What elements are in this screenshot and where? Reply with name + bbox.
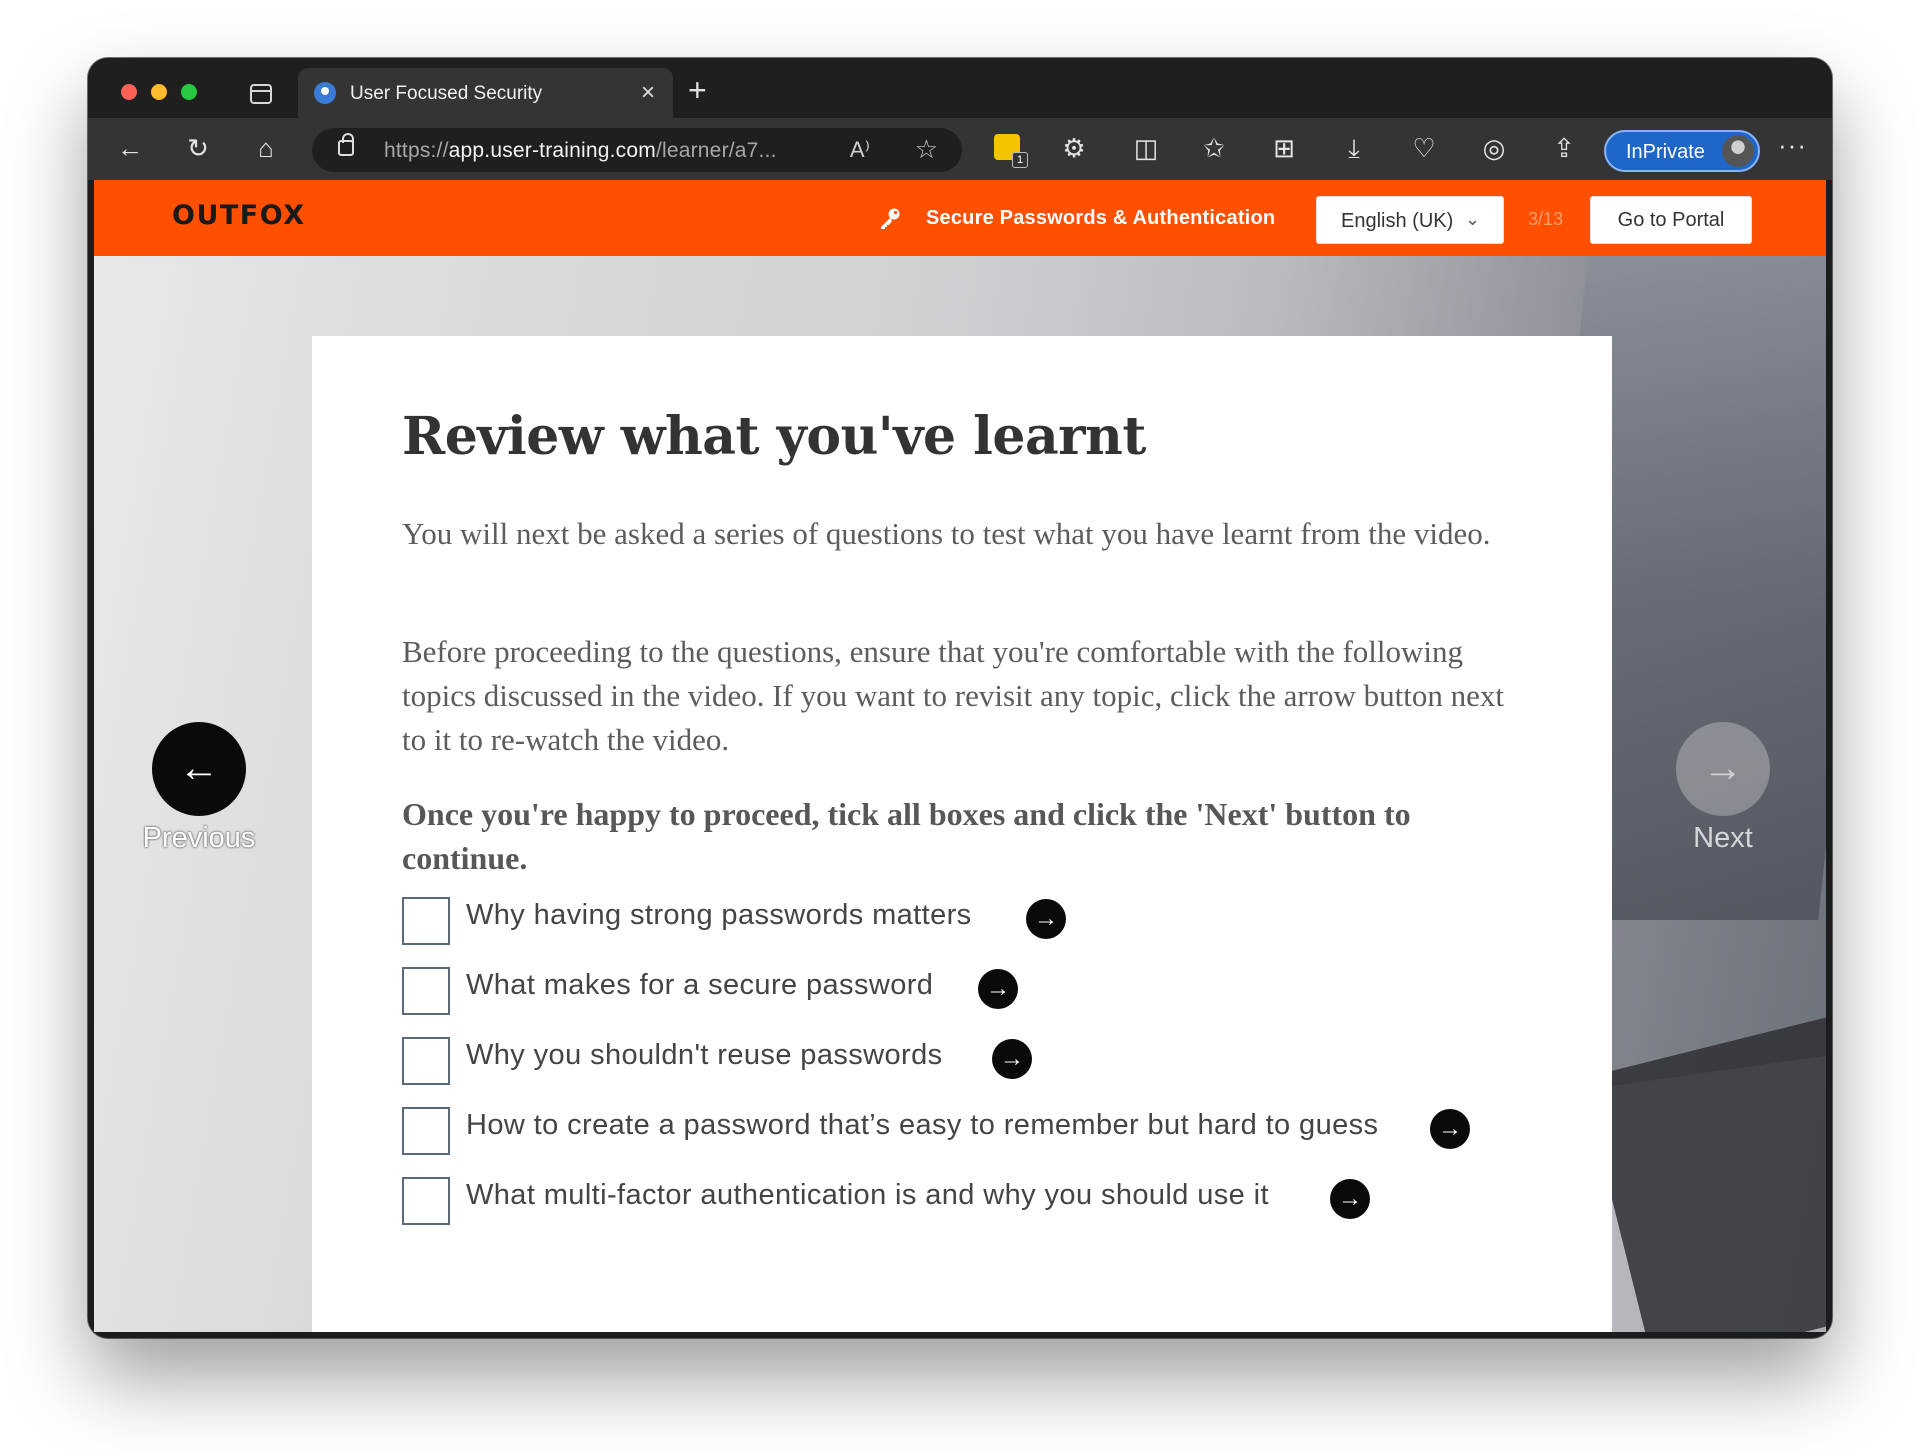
language-select[interactable]: English (UK) ⌄ [1316, 196, 1504, 244]
language-value: English (UK) [1341, 210, 1454, 232]
rewatch-arrow-icon[interactable]: → [1330, 1179, 1370, 1219]
topic-label[interactable]: What multi-factor authentication is and … [466, 1179, 1269, 1212]
favorites-icon[interactable]: ✩ [1198, 132, 1230, 164]
instructions-paragraph: Before proceeding to the questions, ensu… [402, 634, 1504, 757]
topic-checkbox[interactable] [402, 897, 450, 945]
browser-essentials-icon[interactable]: ♡ [1408, 132, 1440, 164]
previous-label[interactable]: Previous [128, 822, 270, 855]
read-aloud-icon[interactable]: A⁾ [850, 137, 870, 163]
browser-window: User Focused Security × + ← ↻ ⌂ https://… [88, 58, 1832, 1338]
outfox-logo[interactable]: OUTFOX [172, 200, 306, 231]
extension-badge-count: 1 [1012, 152, 1028, 168]
extensions-icon[interactable]: ⚙ [1058, 132, 1090, 164]
topic-checkbox[interactable] [402, 1177, 450, 1225]
topic-checkbox[interactable] [402, 1037, 450, 1085]
lock-icon[interactable] [338, 133, 354, 156]
progress-counter: 3/13 [1528, 209, 1564, 229]
inprivate-button[interactable]: InPrivate [1604, 130, 1760, 172]
share-icon[interactable]: ⇪ [1548, 132, 1580, 164]
next-label[interactable]: Next [1654, 822, 1792, 855]
key-icon [881, 208, 900, 229]
copilot-icon[interactable]: ◎ [1478, 132, 1510, 164]
favorite-star-icon[interactable]: ☆ [915, 134, 938, 165]
tab-bar: User Focused Security × + [88, 58, 1832, 118]
topic-label[interactable]: How to create a password that’s easy to … [466, 1109, 1378, 1142]
new-tab-button[interactable]: + [688, 72, 707, 109]
tab-active[interactable]: User Focused Security × [298, 68, 673, 118]
reload-icon[interactable]: ↻ [182, 132, 214, 164]
home-icon[interactable]: ⌂ [250, 132, 282, 164]
topic-label[interactable]: What makes for a secure password [466, 969, 933, 1002]
topic-checkbox[interactable] [402, 1107, 450, 1155]
rewatch-arrow-icon[interactable]: → [1430, 1109, 1470, 1149]
inprivate-label: InPrivate [1626, 141, 1705, 163]
more-options-icon[interactable]: ··· [1778, 130, 1807, 161]
page-title: Review what you've learnt [402, 406, 1146, 467]
intro-paragraph: You will next be asked a series of quest… [402, 516, 1491, 551]
page-viewport: OUTFOX Secure Passwords & Authentication… [94, 180, 1826, 1332]
proceed-instruction: Once you're happy to proceed, tick all b… [402, 796, 1411, 876]
close-window-button[interactable] [121, 84, 137, 100]
next-button[interactable]: → [1676, 722, 1770, 816]
tab-close-icon[interactable]: × [641, 79, 655, 107]
tab-title: User Focused Security [350, 83, 543, 104]
rewatch-arrow-icon[interactable]: → [1026, 899, 1066, 939]
topic-label[interactable]: Why having strong passwords matters [466, 899, 972, 932]
minimize-window-button[interactable] [151, 84, 167, 100]
avatar [1722, 135, 1754, 167]
address-bar[interactable]: https://app.user-training.com/learner/a7… [312, 128, 962, 172]
split-screen-icon[interactable]: ◫ [1130, 132, 1162, 164]
go-to-portal-button[interactable]: Go to Portal [1590, 196, 1752, 244]
topic-checkbox[interactable] [402, 967, 450, 1015]
previous-button[interactable]: ← [152, 722, 246, 816]
downloads-icon[interactable]: ⤓ [1338, 132, 1370, 164]
site-favicon-icon [314, 82, 336, 104]
topic-label[interactable]: Why you shouldn't reuse passwords [466, 1039, 943, 1072]
back-icon[interactable]: ← [114, 132, 146, 164]
rewatch-arrow-icon[interactable]: → [978, 969, 1018, 1009]
course-header: OUTFOX Secure Passwords & Authentication… [94, 180, 1826, 256]
collections-icon[interactable]: ⊞ [1268, 132, 1300, 164]
course-title: Secure Passwords & Authentication [926, 207, 1276, 229]
browser-toolbar: ← ↻ ⌂ https://app.user-training.com/lear… [88, 118, 1832, 180]
rewatch-arrow-icon[interactable]: → [992, 1039, 1032, 1079]
address-url[interactable]: https://app.user-training.com/learner/a7… [384, 139, 777, 163]
tab-actions-icon[interactable] [250, 84, 272, 104]
chevron-down-icon: ⌄ [1465, 209, 1481, 229]
content-card: Review what you've learnt You will next … [312, 336, 1612, 1332]
zoom-window-button[interactable] [181, 84, 197, 100]
